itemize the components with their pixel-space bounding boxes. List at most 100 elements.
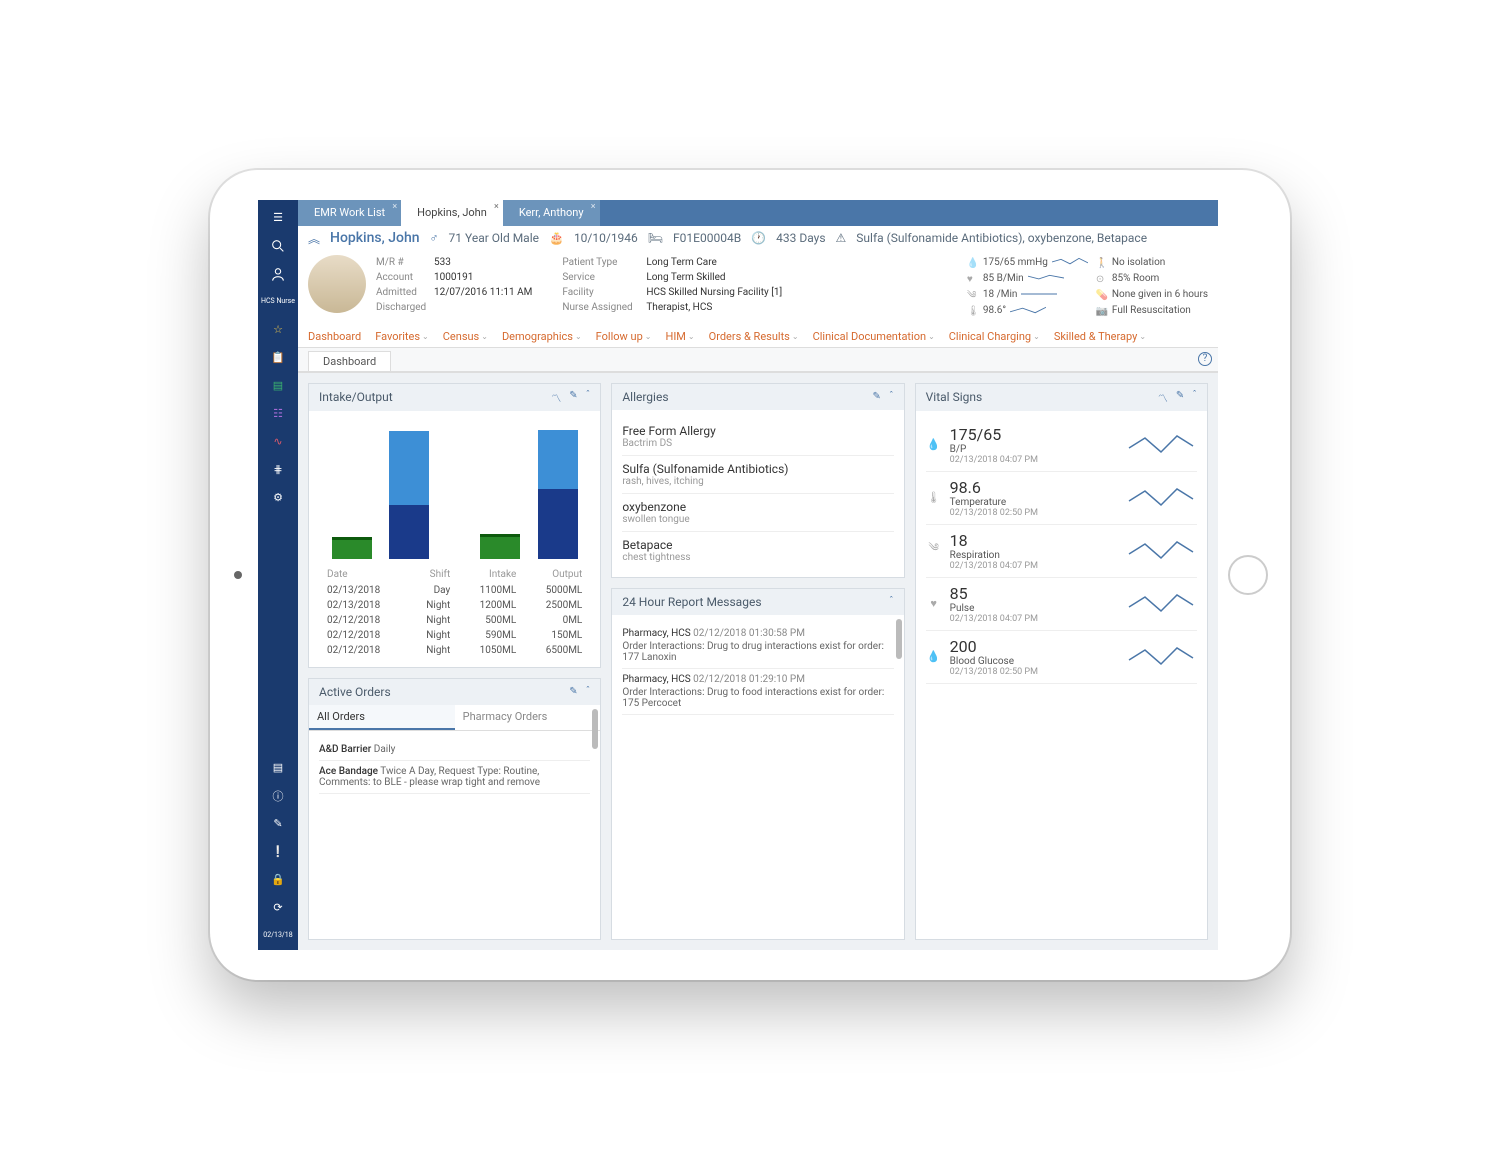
patient-los: 433 Days <box>776 231 825 245</box>
close-icon[interactable]: × <box>494 202 499 212</box>
collapse-icon[interactable]: ˆ <box>889 596 894 607</box>
navtab-skilled-therapy[interactable]: Skilled & Therapy ⌄ <box>1054 330 1146 347</box>
scrollbar[interactable] <box>592 709 598 749</box>
navtab-demographics[interactable]: Demographics ⌄ <box>502 330 582 347</box>
vital-row[interactable]: ♥85Pulse02/13/2018 04:07 PM <box>926 578 1197 631</box>
list-icon[interactable]: ▤ <box>258 754 298 782</box>
message-item[interactable]: Pharmacy, HCS 02/12/2018 01:29:10 PMOrde… <box>622 669 893 715</box>
navtab-favorites[interactable]: Favorites ⌄ <box>375 330 429 347</box>
vital-row[interactable]: ༄18Respiration02/13/2018 04:07 PM <box>926 525 1197 578</box>
edit-icon[interactable]: ✎ <box>1176 390 1184 405</box>
tab-bar: EMR Work List×Hopkins, John×Kerr, Anthon… <box>298 200 1218 226</box>
sidebar-date: 02/13/18 <box>258 922 298 950</box>
chevron-down-icon: ⌄ <box>792 332 799 341</box>
patient-header: ︽ Hopkins, John ♂ 71 Year Old Male 🎂 10/… <box>298 226 1218 373</box>
scrollbar[interactable] <box>896 619 902 659</box>
main-area: EMR Work List×Hopkins, John×Kerr, Anthon… <box>298 200 1218 950</box>
vital-row[interactable]: 💧175/65B/P02/13/2018 04:07 PM <box>926 419 1197 472</box>
vitals-list: 💧175/65B/P02/13/2018 04:07 PM🌡98.6Temper… <box>916 411 1207 692</box>
navtab-follow-up[interactable]: Follow up ⌄ <box>596 330 652 347</box>
navtab-census[interactable]: Census ⌄ <box>443 330 488 347</box>
navtab-clinical-documentation[interactable]: Clinical Documentation ⌄ <box>813 330 935 347</box>
orders-list: A&D Barrier DailyAce Bandage Twice A Day… <box>309 731 600 802</box>
collapse-icon[interactable]: ˆ <box>1192 390 1197 405</box>
allergy-item[interactable]: Betapacechest tightness <box>622 532 893 569</box>
chevron-down-icon: ⌄ <box>481 332 488 341</box>
tab-hopkins-john[interactable]: Hopkins, John× <box>401 200 503 226</box>
search-icon[interactable] <box>258 232 298 260</box>
tablet-camera <box>234 571 242 579</box>
patient-demographics: 71 Year Old Male <box>449 231 539 245</box>
trend-icon[interactable]: 〽 <box>1158 390 1168 405</box>
alg-title: Allergies <box>622 390 872 404</box>
menu-icon[interactable]: ☰ <box>258 204 298 232</box>
refresh-icon[interactable]: ⟳ <box>258 894 298 922</box>
patient-encounter: F01E00004B <box>673 231 741 245</box>
allergies-list: Free Form AllergyBactrim DSSulfa (Sulfon… <box>612 410 903 577</box>
message-item[interactable]: Pharmacy, HCS 02/12/2018 01:30:58 PMOrde… <box>622 623 893 669</box>
close-icon[interactable]: × <box>591 202 596 212</box>
patient-allergies-summary: Sulfa (Sulfonamide Antibiotics), oxybenz… <box>856 231 1147 245</box>
tab-kerr-anthony[interactable]: Kerr, Anthony× <box>503 200 600 226</box>
navtab-orders-results[interactable]: Orders & Results ⌄ <box>709 330 799 347</box>
vital-row[interactable]: 💧200Blood Glucose02/13/2018 02:50 PM <box>926 631 1197 684</box>
edit-icon[interactable]: ✎ <box>258 810 298 838</box>
navtab-him[interactable]: HIM ⌄ <box>665 330 694 347</box>
chevron-down-icon: ⌄ <box>688 332 695 341</box>
io-chart <box>319 419 590 559</box>
chevron-down-icon: ⌄ <box>1139 332 1146 341</box>
msg-title: 24 Hour Report Messages <box>622 595 889 609</box>
clipboard-icon[interactable]: 📋 <box>258 344 298 372</box>
chevron-down-icon: ⌄ <box>575 332 582 341</box>
patient-dob: 10/10/1946 <box>574 231 638 245</box>
edit-icon[interactable]: ✎ <box>873 391 881 402</box>
document-icon[interactable]: ▤ <box>258 372 298 400</box>
edit-icon[interactable]: ✎ <box>569 686 577 697</box>
edit-icon[interactable]: ✎ <box>569 390 577 405</box>
chevron-down-icon: ⌄ <box>928 332 935 341</box>
collapse-icon[interactable]: ˆ <box>586 686 591 697</box>
alert-icon[interactable]: ❕ <box>258 838 298 866</box>
collapse-icon[interactable]: ︽ <box>308 230 320 247</box>
vital-row[interactable]: 🌡98.6Temperature02/13/2018 02:50 PM <box>926 472 1197 525</box>
order-item[interactable]: Ace Bandage Twice A Day, Request Type: R… <box>319 761 590 794</box>
trend-icon[interactable]: 〽 <box>551 390 561 405</box>
clock-icon: 🕐 <box>751 231 766 245</box>
user-icon[interactable] <box>258 260 298 288</box>
help-icon[interactable]: ? <box>1198 352 1212 366</box>
navtab-dashboard[interactable]: Dashboard <box>308 330 361 347</box>
user-label: HCS Nurse <box>258 288 298 316</box>
subtab-dashboard[interactable]: Dashboard <box>308 351 391 371</box>
allergy-item[interactable]: oxybenzoneswollen tongue <box>622 494 893 532</box>
vital-signs-card: Vital Signs 〽 ✎ ˆ 💧175/65B/P02/13/2018 04:… <box>915 383 1208 940</box>
vitals-icon[interactable]: ∿ <box>258 428 298 456</box>
dashboard: Intake/Output 〽✎ˆ DateShiftInta <box>298 373 1218 950</box>
close-icon[interactable]: × <box>392 202 397 212</box>
grid-icon[interactable]: ⋕ <box>258 456 298 484</box>
tab-emr-work-list[interactable]: EMR Work List× <box>298 200 401 226</box>
chevron-down-icon: ⌄ <box>422 332 429 341</box>
collapse-icon[interactable]: ˆ <box>586 390 591 405</box>
vs-title: Vital Signs <box>926 390 1158 404</box>
order-tabs: All OrdersPharmacy Orders <box>309 705 600 731</box>
io-table: DateShiftIntakeOutput02/13/2018Day1100ML… <box>319 565 590 659</box>
patient-avatar[interactable] <box>308 255 366 313</box>
navtab-clinical-charging[interactable]: Clinical Charging ⌄ <box>949 330 1040 347</box>
order-tab[interactable]: All Orders <box>309 705 455 730</box>
info-icon[interactable]: ⓘ <box>258 782 298 810</box>
order-item[interactable]: A&D Barrier Daily <box>319 739 590 761</box>
lock-icon[interactable]: 🔒 <box>258 866 298 894</box>
allergy-item[interactable]: Sulfa (Sulfonamide Antibiotics)rash, hiv… <box>622 456 893 494</box>
order-tab[interactable]: Pharmacy Orders <box>455 705 601 730</box>
tablet-home-button[interactable] <box>1228 555 1268 595</box>
messages-card: 24 Hour Report Messages ˆ Pharmacy, HCS … <box>611 588 904 940</box>
bars-icon[interactable]: ☷ <box>258 400 298 428</box>
allergy-item[interactable]: Free Form AllergyBactrim DS <box>622 418 893 456</box>
info-col-2: Patient TypeLong Term Care ServiceLong T… <box>562 255 782 318</box>
settings-icon[interactable]: ⚙ <box>258 484 298 512</box>
app-screen: ☰ HCS Nurse ☆ 📋 ▤ ☷ ∿ ⋕ ⚙ ▤ ⓘ ✎ ❕ 🔒 ⟳ 02… <box>258 200 1218 950</box>
collapse-icon[interactable]: ˆ <box>889 391 894 402</box>
star-icon[interactable]: ☆ <box>258 316 298 344</box>
chevron-down-icon: ⌄ <box>645 332 652 341</box>
active-orders-card: Active Orders ✎ˆ All OrdersPharmacy Orde… <box>308 678 601 940</box>
